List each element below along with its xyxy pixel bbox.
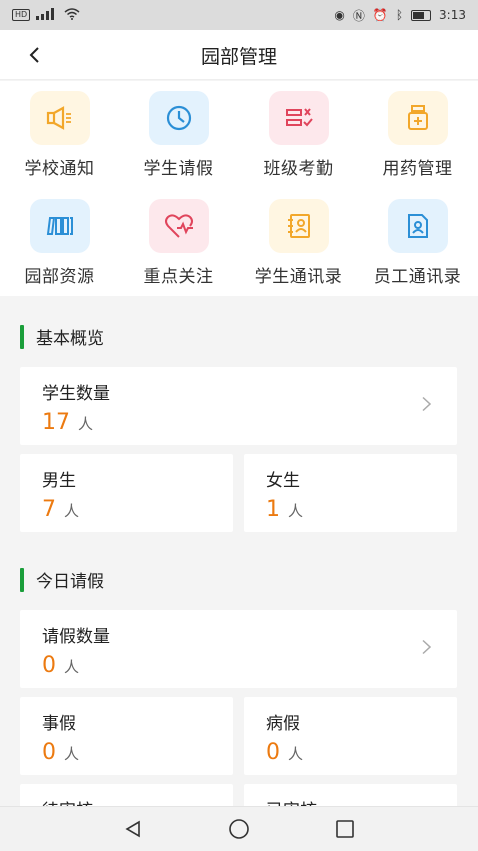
unit-label: 人 — [288, 745, 304, 763]
card-label: 请假数量 — [42, 627, 110, 647]
unit-label: 人 — [64, 658, 80, 676]
menu-item-class-attendance[interactable]: 班级考勤 — [239, 91, 358, 179]
back-arrow-icon — [29, 47, 39, 63]
menu-label: 班级考勤 — [263, 159, 334, 179]
card-label: 女生 — [266, 471, 300, 491]
nfc-icon: Ⓝ — [352, 8, 365, 23]
personal-leave-card: 事假 0 人 — [20, 697, 233, 775]
card-label: 学生数量 — [42, 384, 110, 404]
sick-leave-value: 0 — [266, 740, 280, 765]
nav-back-button[interactable] — [115, 811, 151, 847]
megaphone-icon — [29, 91, 90, 145]
header-bar: 园部管理 — [0, 30, 478, 80]
menu-label: 园部资源 — [24, 267, 95, 287]
menu-item-staff-contacts[interactable]: 员工通讯录 — [358, 199, 477, 287]
male-count-card: 男生 7 人 — [20, 454, 233, 532]
section-accent-bar — [20, 567, 24, 592]
checklist-icon — [268, 91, 329, 145]
student-count-card[interactable]: 学生数量 17 人 — [20, 367, 457, 445]
wifi-icon — [64, 7, 80, 23]
leave-count-card[interactable]: 请假数量 0 人 — [20, 610, 457, 688]
chevron-right-icon — [422, 396, 432, 416]
chevron-right-icon — [422, 639, 432, 659]
unit-label: 人 — [288, 502, 304, 520]
menu-label: 学生请假 — [143, 159, 214, 179]
male-count-value: 7 — [42, 497, 56, 522]
menu-label: 学校通知 — [24, 159, 95, 179]
clock-time: 3:13 — [439, 8, 466, 22]
unit-label: 人 — [64, 745, 80, 763]
female-count-card: 女生 1 人 — [244, 454, 457, 532]
menu-item-campus-resources[interactable]: 园部资源 — [0, 199, 119, 287]
student-count-value: 17 — [42, 410, 70, 435]
menu-label: 重点关注 — [143, 267, 214, 287]
alarm-icon: ⏰ — [372, 8, 388, 22]
card-label: 事假 — [42, 714, 76, 734]
function-menu: 学校通知 学生请假 班级考勤 用药管理 园部资源 重点关注 学生通讯录 员工通讯… — [0, 81, 478, 296]
page-title: 园部管理 — [200, 46, 277, 68]
battery-icon — [411, 9, 432, 21]
menu-item-student-contacts[interactable]: 学生通讯录 — [239, 199, 358, 287]
network-hd-badge: HD — [12, 9, 31, 21]
section-title-overview: 基本概览 — [20, 324, 104, 349]
signal-icon — [36, 7, 58, 23]
system-nav-bar — [0, 806, 478, 851]
heart-pulse-icon — [148, 199, 209, 253]
circle-home-icon — [229, 819, 249, 839]
unit-label: 人 — [64, 502, 80, 520]
section-title-leave: 今日请假 — [20, 567, 104, 592]
back-button[interactable] — [20, 40, 50, 70]
card-label: 男生 — [42, 471, 76, 491]
clock-icon — [148, 91, 209, 145]
bluetooth-icon: ᛒ — [395, 8, 404, 22]
menu-label: 用药管理 — [382, 159, 453, 179]
menu-item-school-notice[interactable]: 学校通知 — [0, 91, 119, 179]
menu-label: 员工通讯录 — [373, 267, 462, 287]
triangle-back-icon — [125, 820, 140, 838]
books-icon — [29, 199, 90, 253]
status-bar: HD ◉ Ⓝ ⏰ ᛒ 3:13 — [0, 0, 478, 30]
female-count-value: 1 — [266, 497, 280, 522]
nav-home-button[interactable] — [221, 811, 257, 847]
menu-label: 学生通讯录 — [254, 267, 343, 287]
menu-item-student-leave[interactable]: 学生请假 — [119, 91, 238, 179]
sick-leave-card: 病假 0 人 — [244, 697, 457, 775]
section-accent-bar — [20, 324, 24, 349]
square-recents-icon — [336, 820, 354, 838]
eye-icon: ◉ — [334, 8, 345, 22]
staff-contact-icon — [387, 199, 448, 253]
leave-count-value: 0 — [42, 653, 56, 678]
menu-item-medicine-management[interactable]: 用药管理 — [358, 91, 477, 179]
card-label: 病假 — [266, 714, 300, 734]
menu-item-key-attention[interactable]: 重点关注 — [119, 199, 238, 287]
section-title-text: 基本概览 — [36, 329, 104, 349]
medicine-bottle-icon — [387, 91, 448, 145]
personal-leave-value: 0 — [42, 740, 56, 765]
section-title-text: 今日请假 — [36, 572, 104, 592]
nav-recents-button[interactable] — [327, 811, 363, 847]
unit-label: 人 — [78, 415, 94, 433]
contact-book-icon — [268, 199, 329, 253]
